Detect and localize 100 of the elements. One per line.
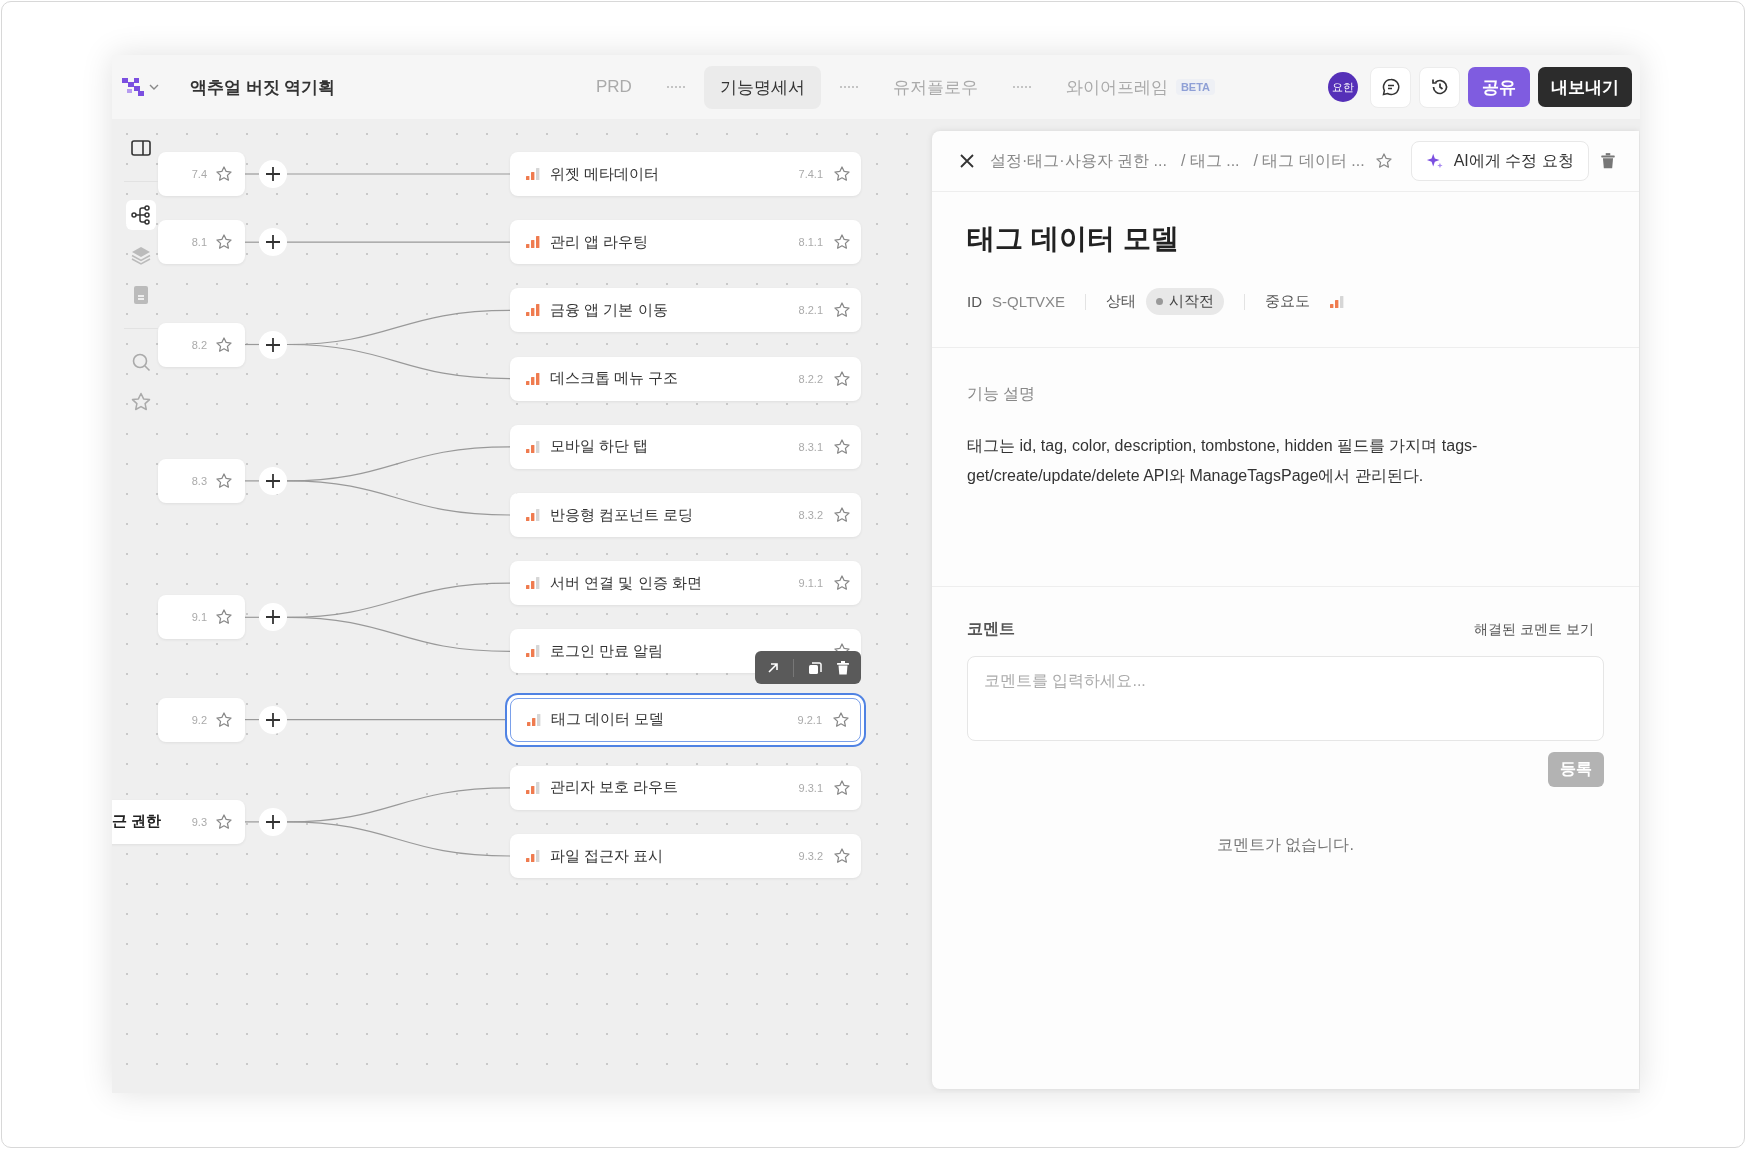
id-label: ID bbox=[967, 293, 982, 310]
chat-icon bbox=[1380, 77, 1401, 97]
trash-icon[interactable] bbox=[1599, 152, 1617, 170]
layers-icon bbox=[130, 244, 152, 266]
feature-title: 태그 데이터 모델 bbox=[967, 222, 1180, 256]
connector-line bbox=[244, 821, 260, 823]
section-label: 코멘트 bbox=[967, 619, 1015, 639]
star-icon[interactable] bbox=[833, 437, 851, 456]
star-icon[interactable] bbox=[215, 335, 233, 354]
status-label: 상태 bbox=[1106, 292, 1137, 311]
node-label: 금융 앱 기본 이동 bbox=[550, 300, 669, 320]
node-number: 9.1 bbox=[191, 611, 207, 624]
beta-badge: BETA bbox=[1175, 79, 1216, 95]
star-icon[interactable] bbox=[833, 233, 851, 252]
node-card[interactable]: 관리자 보호 라우트 9.3.1 bbox=[510, 765, 861, 810]
logo-icon[interactable] bbox=[122, 78, 144, 96]
node-label: 관리자 보호 라우트 bbox=[550, 778, 680, 798]
node-card[interactable]: 금융 앱 기본 이동 8.2.1 bbox=[510, 288, 861, 333]
comments-button[interactable] bbox=[1370, 66, 1411, 108]
node-number: 8.2 bbox=[191, 338, 207, 351]
add-node-button[interactable] bbox=[259, 603, 287, 632]
node-number: 7.4 bbox=[191, 168, 207, 180]
node-label: 관리 앱 라우팅 bbox=[550, 232, 650, 252]
node-number: 9.2 bbox=[191, 713, 207, 726]
star-icon[interactable] bbox=[215, 471, 233, 490]
node-card[interactable]: 근 권한 9.3 bbox=[112, 799, 245, 844]
node-number: 7.4.1 bbox=[798, 168, 823, 180]
tool-button[interactable] bbox=[126, 200, 156, 230]
add-node-button[interactable] bbox=[259, 330, 287, 359]
breadcrumb-link[interactable]: / 태그 데이터 ... bbox=[1253, 150, 1365, 172]
star-icon[interactable] bbox=[215, 233, 233, 252]
node-label: 파일 접근자 표시 bbox=[550, 846, 665, 866]
node-card[interactable]: 위젯 메타데이터 7.4.1 bbox=[510, 152, 861, 196]
node-label: 로그인 만료 알림 bbox=[550, 641, 665, 661]
add-node-button[interactable] bbox=[259, 705, 287, 734]
node-label: 근 권한 bbox=[112, 812, 162, 832]
add-node-button[interactable] bbox=[259, 466, 287, 495]
star-icon[interactable] bbox=[832, 710, 850, 729]
node-label: 반응형 컴포넌트 로딩 bbox=[550, 505, 695, 525]
star-icon[interactable] bbox=[215, 608, 233, 627]
sparkle-icon bbox=[1425, 152, 1444, 170]
copy-icon[interactable] bbox=[806, 659, 823, 676]
star-icon[interactable] bbox=[215, 710, 233, 729]
share-button[interactable]: 공유 bbox=[1468, 67, 1530, 107]
node-number: 9.2.1 bbox=[797, 713, 822, 726]
section-label: 기능 설명 bbox=[967, 384, 1037, 404]
add-node-button[interactable] bbox=[259, 160, 287, 188]
status-badge[interactable]: 시작전 bbox=[1146, 288, 1225, 315]
ai-edit-button[interactable]: AI에게 수정 요청 bbox=[1410, 141, 1589, 181]
star-icon[interactable] bbox=[1374, 152, 1393, 170]
node-card[interactable]: 모바일 하단 탭 8.3.1 bbox=[510, 424, 861, 469]
star-icon[interactable] bbox=[833, 165, 851, 183]
add-node-button[interactable] bbox=[259, 228, 287, 257]
node-label: 데스크톱 메뉴 구조 bbox=[550, 369, 680, 389]
connector-line bbox=[244, 173, 260, 175]
description-text: 태그는 id, tag, color, description, tombstone, hidden 필드를 가지며 tags-get/create/update/delete API와 ManageTagsPage에서 관리된다. bbox=[967, 436, 1479, 486]
star-icon[interactable] bbox=[833, 506, 851, 524]
comment-field[interactable]: 코멘트를 입력하세요... bbox=[967, 656, 1604, 741]
node-number: 8.1 bbox=[191, 236, 207, 249]
priority-label: 중요도 bbox=[1265, 292, 1311, 311]
star-icon[interactable] bbox=[833, 778, 851, 797]
panel-icon bbox=[130, 137, 152, 159]
node-number: 9.3 bbox=[191, 815, 207, 828]
node-card[interactable]: 데스크톱 메뉴 구조 8.2.2 bbox=[510, 356, 861, 401]
project-title: 액추얼 버짓 역기획 bbox=[190, 76, 337, 99]
star-icon[interactable] bbox=[215, 165, 233, 183]
resolved-comments-link[interactable]: 해결된 코멘트 보기 bbox=[1474, 620, 1594, 639]
history-button[interactable] bbox=[1419, 66, 1460, 108]
node-number: 8.3.2 bbox=[798, 509, 823, 521]
connector-line bbox=[244, 480, 260, 482]
node-number: 9.1.1 bbox=[798, 577, 823, 590]
export-button[interactable]: 내보내기 bbox=[1538, 67, 1632, 107]
node-number: 9.3.2 bbox=[798, 850, 823, 862]
trash-icon[interactable] bbox=[834, 659, 851, 676]
star-icon bbox=[130, 391, 152, 413]
star-icon[interactable] bbox=[215, 812, 233, 831]
node-label: 위젯 메타데이터 bbox=[550, 164, 661, 184]
node-card[interactable]: 파일 접근자 표시 9.3.2 bbox=[510, 834, 861, 878]
node-card[interactable]: 반응형 컴포넌트 로딩 8.3.2 bbox=[510, 493, 861, 537]
node-card[interactable]: 관리 앱 라우팅 8.1.1 bbox=[510, 220, 861, 265]
node-label: 모바일 하단 탭 bbox=[550, 437, 650, 457]
user-avatar[interactable]: 요한 bbox=[1328, 72, 1358, 102]
node-card[interactable]: 서버 연결 및 인증 화면 9.1.1 bbox=[510, 561, 861, 606]
tab[interactable]: 기능명세서 bbox=[703, 65, 821, 109]
star-icon[interactable] bbox=[833, 369, 851, 388]
add-node-button[interactable] bbox=[259, 807, 287, 836]
node-number: 8.2.2 bbox=[798, 372, 823, 385]
empty-message: 코멘트가 없습니다. bbox=[1216, 835, 1355, 855]
star-icon[interactable] bbox=[833, 574, 851, 593]
node-number: 8.2.1 bbox=[798, 304, 823, 317]
node-number: 8.1.1 bbox=[798, 236, 823, 249]
star-icon[interactable] bbox=[833, 301, 851, 320]
history-icon bbox=[1429, 77, 1450, 97]
breadcrumb-link[interactable]: / 태그 ... bbox=[1180, 150, 1240, 172]
plus-icon bbox=[263, 164, 283, 184]
search-icon bbox=[130, 351, 152, 373]
node-label: 태그 데이터 모델 bbox=[551, 710, 666, 730]
star-icon[interactable] bbox=[833, 847, 851, 865]
close-icon[interactable] bbox=[958, 152, 976, 170]
node-number: 8.3.1 bbox=[798, 440, 823, 453]
